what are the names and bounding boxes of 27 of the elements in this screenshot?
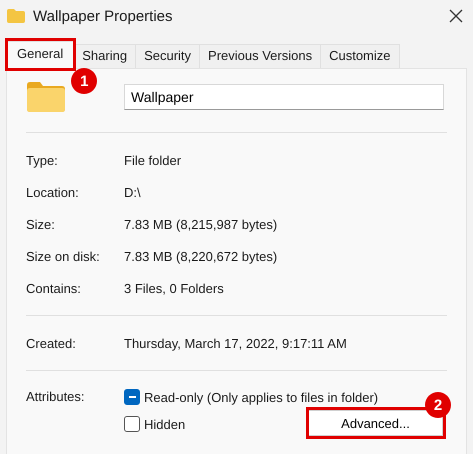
step-badge: 2 xyxy=(425,392,451,418)
highlight-frame xyxy=(5,38,76,71)
property-label: Size on disk: xyxy=(26,248,101,264)
folder-icon xyxy=(27,82,65,112)
advanced-button[interactable]: Advanced... xyxy=(307,410,443,436)
window-title: Wallpaper Properties xyxy=(33,8,174,24)
property-label: Type: xyxy=(26,152,59,168)
property-label: Size: xyxy=(26,216,56,232)
property-value: 3 Files, 0 Folders xyxy=(124,280,224,296)
tab[interactable]: General xyxy=(6,41,74,68)
property-value: 7.83 MB (8,215,987 bytes) xyxy=(124,216,278,232)
close-icon[interactable] xyxy=(449,9,463,23)
checkbox[interactable] xyxy=(124,389,140,405)
property-label: Contains: xyxy=(26,280,82,296)
name-field[interactable]: Wallpaper xyxy=(124,84,444,110)
property-label: Attributes: xyxy=(26,389,86,406)
property-value: 7.83 MB (8,220,672 bytes) xyxy=(124,248,278,264)
folder-icon xyxy=(7,9,25,23)
checkbox-label: Hidden xyxy=(144,416,186,432)
property-value: D:\ xyxy=(124,184,141,200)
checkbox[interactable] xyxy=(124,416,140,432)
property-value: File folder xyxy=(124,152,182,168)
tab[interactable]: Customize xyxy=(320,44,400,68)
property-value: Thursday, March 17, 2022, 9:17:11 AM xyxy=(124,336,347,350)
property-label: Created: xyxy=(26,336,77,350)
property-label: Location: xyxy=(26,184,80,200)
checkbox-label: Read-only (Only applies to files in folder) xyxy=(144,390,378,404)
